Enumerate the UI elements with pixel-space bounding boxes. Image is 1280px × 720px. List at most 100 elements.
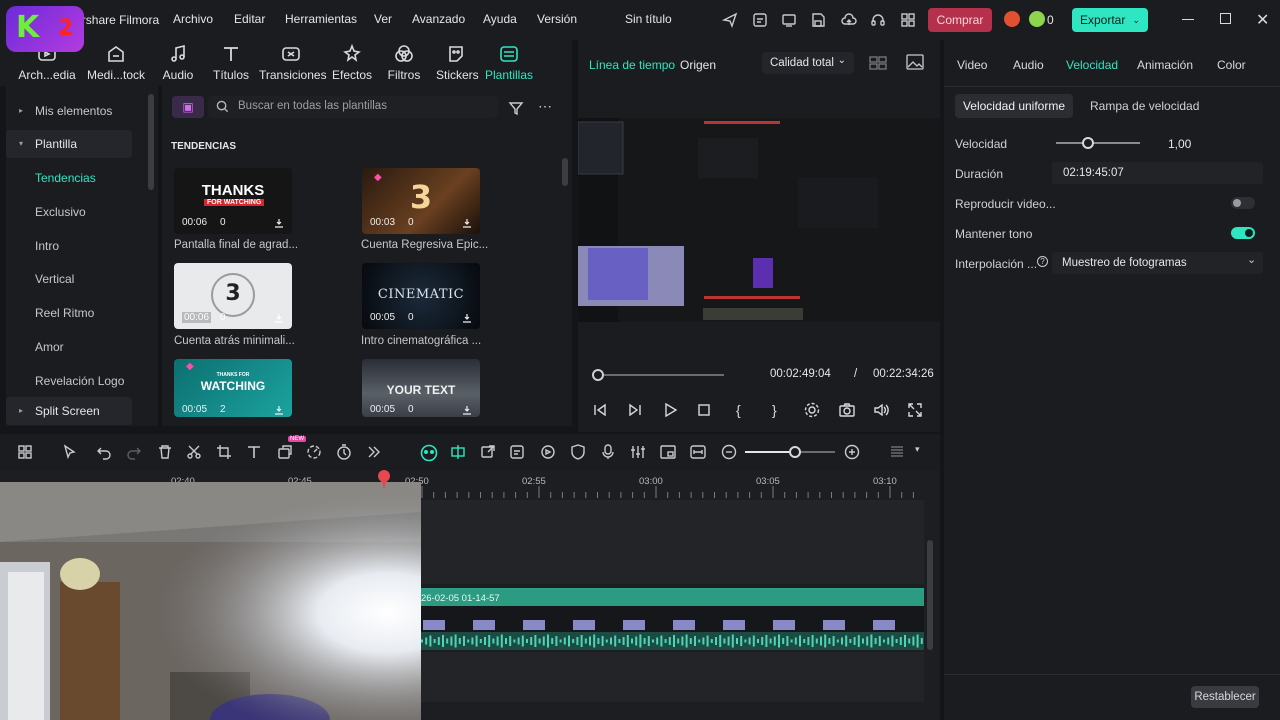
quality-dropdown[interactable]: Calidad total ⌄: [762, 52, 854, 74]
more-tools-icon[interactable]: [366, 444, 382, 460]
tab-timeline-preview[interactable]: Línea de tiempo: [589, 58, 675, 72]
tab-color[interactable]: Color: [1217, 58, 1246, 72]
download-icon[interactable]: [274, 313, 284, 323]
render-settings-icon[interactable]: [804, 402, 820, 418]
template-card[interactable]: CINEMATIC 00:05 0: [362, 263, 480, 329]
sidebar-item-split-screen[interactable]: ▸ Split Screen: [6, 397, 132, 425]
track-list-icon[interactable]: [889, 444, 905, 460]
menu-avanzado[interactable]: Avanzado: [412, 12, 465, 26]
timeline-scrollbar[interactable]: [927, 540, 933, 650]
download-icon[interactable]: [274, 218, 284, 228]
cloud-upload-icon[interactable]: [841, 12, 857, 28]
save-icon[interactable]: [810, 12, 826, 28]
export-clip-icon[interactable]: [480, 444, 496, 460]
sidebar-item-amor[interactable]: Amor: [6, 333, 132, 361]
sidebar-item-intro[interactable]: Intro: [6, 232, 132, 260]
layout-grid-icon[interactable]: [17, 444, 33, 460]
crop-icon[interactable]: [216, 444, 232, 460]
reset-button[interactable]: Restablecer: [1191, 686, 1259, 708]
video-viewer[interactable]: [578, 118, 940, 322]
download-icon[interactable]: [462, 218, 472, 228]
tab-filters[interactable]: Filtros: [386, 44, 422, 82]
timeline-ruler[interactable]: [420, 474, 924, 500]
tab-source-preview[interactable]: Origen: [680, 58, 716, 72]
camera-icon[interactable]: [839, 402, 855, 418]
device-icon[interactable]: [752, 12, 768, 28]
track-upper[interactable]: [421, 500, 924, 584]
zoom-out-icon[interactable]: [721, 444, 737, 460]
text-tool-icon[interactable]: [246, 444, 262, 460]
mark-in-icon[interactable]: {: [736, 402, 752, 418]
undo-icon[interactable]: [96, 444, 112, 460]
template-card[interactable]: ◆ 3 00:03 0: [362, 168, 480, 234]
delete-icon[interactable]: [157, 444, 173, 460]
export-button[interactable]: Exportar ⌄: [1072, 8, 1148, 32]
menu-version[interactable]: Versión: [537, 12, 577, 26]
maximize-icon[interactable]: [1220, 13, 1231, 24]
sidebar-scrollbar[interactable]: [148, 94, 154, 190]
buy-button[interactable]: Comprar: [928, 8, 992, 32]
sidebar-item-vertical[interactable]: Vertical: [6, 265, 132, 293]
monitor-icon[interactable]: [781, 12, 797, 28]
tab-stock-media[interactable]: Medi...tock: [86, 44, 146, 82]
speed-slider-track[interactable]: [1056, 142, 1140, 144]
audio-sync-icon[interactable]: [540, 444, 556, 460]
speed-tool-icon[interactable]: [306, 444, 322, 460]
sidebar-item-revelacion-logo[interactable]: Revelación Logo: [6, 367, 132, 395]
picture-in-picture-icon[interactable]: [660, 444, 676, 460]
audio-mixer-icon[interactable]: [630, 444, 646, 460]
tab-speed[interactable]: Velocidad: [1066, 58, 1118, 72]
user-avatar[interactable]: [1004, 11, 1020, 27]
sidebar-item-tendencias[interactable]: Tendencias: [6, 164, 132, 192]
download-icon[interactable]: [462, 405, 472, 415]
template-card[interactable]: 3 00:06 0: [174, 263, 292, 329]
headset-icon[interactable]: [870, 12, 886, 28]
filter-icon[interactable]: [508, 100, 524, 116]
zoom-in-icon[interactable]: [844, 444, 860, 460]
speed-slider-handle[interactable]: [1082, 137, 1094, 149]
timer-icon[interactable]: [336, 444, 352, 460]
help-icon[interactable]: ?: [1037, 256, 1048, 267]
menu-ayuda[interactable]: Ayuda: [483, 12, 517, 26]
more-options-icon[interactable]: ⋯: [538, 98, 552, 115]
media-swap-icon[interactable]: [509, 444, 525, 460]
prev-frame-icon[interactable]: [592, 402, 608, 418]
apps-grid-icon[interactable]: [900, 12, 916, 28]
ai-tool-icon[interactable]: [277, 444, 293, 460]
sidebar-item-plantilla[interactable]: ▾ Plantilla: [6, 130, 132, 158]
tab-effects[interactable]: Efectos: [332, 44, 372, 82]
tab-audio[interactable]: Audio: [160, 44, 196, 82]
template-card[interactable]: ◆ THANKS FOR WATCHING 00:05 2: [174, 359, 292, 417]
chevron-down-icon[interactable]: ▾: [915, 444, 920, 455]
snap-icon[interactable]: [450, 444, 466, 460]
play-icon[interactable]: [662, 402, 678, 418]
fullscreen-icon[interactable]: [907, 402, 923, 418]
minimize-icon[interactable]: [1182, 19, 1194, 20]
fit-timeline-icon[interactable]: [690, 444, 706, 460]
tab-animation[interactable]: Animación: [1137, 58, 1193, 72]
subtab-uniform-speed[interactable]: Velocidad uniforme: [955, 94, 1073, 118]
volume-icon[interactable]: [873, 402, 889, 418]
reverse-toggle[interactable]: [1231, 197, 1255, 209]
zoom-slider-handle[interactable]: [789, 446, 801, 458]
cut-icon[interactable]: [186, 444, 202, 460]
preview-scrub-handle[interactable]: [592, 369, 604, 381]
snapshot-image-icon[interactable]: [906, 54, 924, 70]
speed-value[interactable]: 1,00: [1168, 137, 1191, 151]
keep-pitch-toggle[interactable]: [1231, 227, 1255, 239]
templates-scrollbar[interactable]: [562, 158, 568, 186]
next-frame-icon[interactable]: [627, 402, 643, 418]
tab-templates[interactable]: Plantillas: [485, 44, 533, 82]
tab-titles[interactable]: Títulos: [210, 44, 252, 82]
menu-ver[interactable]: Ver: [374, 12, 392, 26]
download-icon[interactable]: [462, 313, 472, 323]
track-lower[interactable]: [421, 652, 924, 702]
menu-herramientas[interactable]: Herramientas: [285, 12, 357, 26]
subtab-speed-ramp[interactable]: Rampa de velocidad: [1090, 99, 1199, 113]
template-card[interactable]: THANKS FOR WATCHING 00:06 0: [174, 168, 292, 234]
ai-face-icon[interactable]: [420, 444, 438, 462]
stop-icon[interactable]: [696, 402, 712, 418]
mark-out-icon[interactable]: }: [772, 402, 788, 418]
tab-stickers[interactable]: Stickers: [436, 44, 479, 82]
redo-icon[interactable]: [126, 444, 142, 460]
